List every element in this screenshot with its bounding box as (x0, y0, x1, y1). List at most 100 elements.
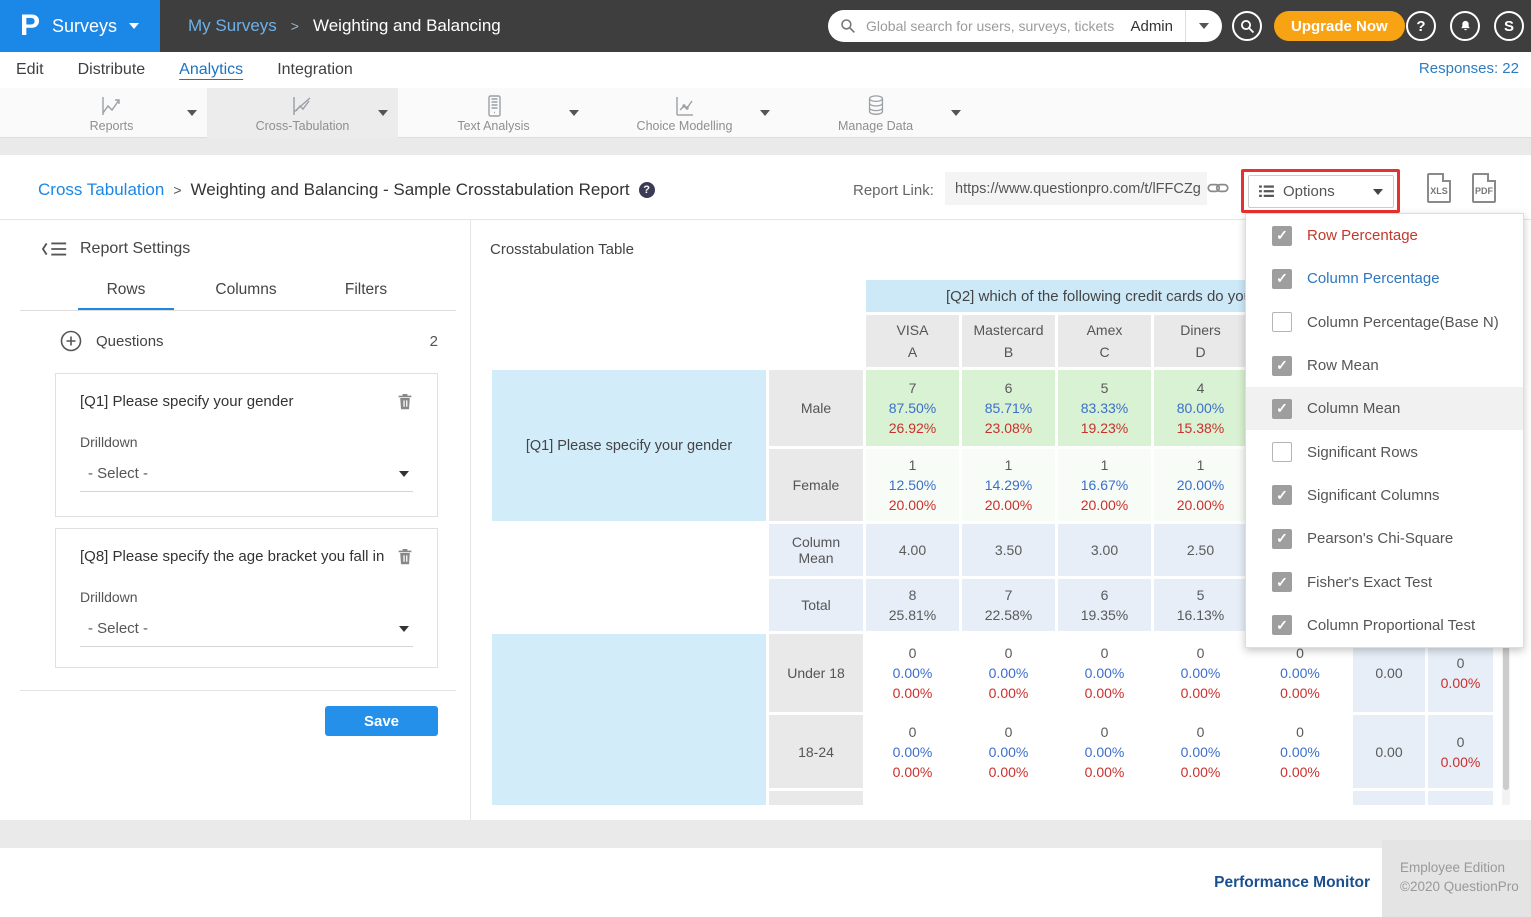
menu-edit[interactable]: Edit (16, 61, 44, 79)
cell-female-amex: 116.67%20.00% (1058, 449, 1151, 521)
tab-filters[interactable]: Filters (306, 281, 426, 311)
option-row-mean[interactable]: Row Mean (1246, 344, 1523, 387)
tab-rows[interactable]: Rows (66, 281, 186, 311)
save-button[interactable]: Save (325, 706, 438, 736)
cell-female-mastercard: 114.29%20.00% (962, 449, 1055, 521)
export-xls-button[interactable]: XLS (1427, 173, 1451, 203)
upgrade-now-button[interactable]: Upgrade Now (1274, 11, 1405, 41)
cell-under18-mastercard: 00.00%0.00% (962, 634, 1055, 712)
survey-menu: Edit Distribute Analytics Integration (0, 52, 1531, 88)
report-help-icon[interactable]: ? (639, 182, 655, 198)
search-scope-value[interactable]: Admin (1118, 18, 1185, 35)
row-label-male: Male (769, 370, 863, 446)
option-row-percentage[interactable]: Row Percentage (1246, 214, 1523, 257)
chevron-down-icon (399, 626, 409, 632)
chevron-down-icon[interactable] (569, 110, 579, 116)
search-submit-button[interactable] (1232, 11, 1262, 41)
analytics-toolbar: Reports Cross-Tabulation Text Analysis C… (0, 88, 1531, 138)
menu-integration[interactable]: Integration (277, 61, 353, 79)
delete-question-icon[interactable] (397, 393, 413, 411)
checkbox[interactable] (1272, 485, 1292, 505)
chevron-down-icon[interactable] (378, 110, 388, 116)
checkbox[interactable] (1272, 529, 1292, 549)
report-settings-header[interactable]: Report Settings (42, 240, 190, 258)
cell-male-amex: 583.33%19.23% (1058, 370, 1151, 446)
export-buttons: XLS PDF (1427, 173, 1496, 203)
bell-icon (1458, 19, 1473, 34)
tool-text-analysis[interactable]: Text Analysis (398, 88, 589, 138)
export-pdf-button[interactable]: PDF (1472, 173, 1496, 203)
checkbox[interactable] (1272, 399, 1292, 419)
options-dropdown-menu: Row Percentage Column Percentage Column … (1245, 213, 1524, 648)
breadcrumb-separator: > (291, 18, 299, 34)
tool-cross-tabulation[interactable]: Cross-Tabulation (207, 88, 398, 138)
crosstab-table-title: Crosstabulation Table (490, 241, 634, 258)
link-icon[interactable] (1207, 178, 1229, 198)
checkbox[interactable] (1272, 312, 1292, 332)
tool-reports[interactable]: Reports (16, 88, 207, 138)
option-significant-columns[interactable]: Significant Columns (1246, 474, 1523, 517)
drilldown-label: Drilldown (80, 589, 413, 605)
cross-tabulation-link[interactable]: Cross Tabulation (38, 180, 164, 200)
row-label-partial (769, 791, 863, 805)
global-search-input[interactable] (864, 17, 1118, 35)
chevron-down-icon[interactable] (951, 110, 961, 116)
divider (470, 220, 471, 820)
option-pearsons-chi-square[interactable]: Pearson's Chi-Square (1246, 517, 1523, 560)
option-column-percentage-base-n[interactable]: Column Percentage(Base N) (1246, 301, 1523, 344)
chevron-down-icon[interactable] (760, 110, 770, 116)
option-column-percentage[interactable]: Column Percentage (1246, 257, 1523, 300)
delete-question-icon[interactable] (397, 548, 413, 566)
divider (20, 690, 456, 691)
search-scope-dropdown[interactable] (1186, 10, 1222, 42)
checkbox[interactable] (1272, 226, 1292, 246)
help-button[interactable]: ? (1406, 11, 1436, 41)
user-avatar[interactable]: S (1494, 11, 1524, 41)
checkbox[interactable] (1272, 615, 1292, 635)
row-label-female: Female (769, 449, 863, 521)
breadcrumb-my-surveys[interactable]: My Surveys (188, 16, 277, 36)
edition-panel: Employee Edition ©2020 QuestionPro (1382, 840, 1531, 917)
table-scrollbar[interactable] (1502, 632, 1510, 805)
option-column-proportional-test[interactable]: Column Proportional Test (1246, 604, 1523, 647)
option-label: Column Mean (1307, 400, 1400, 417)
checkbox[interactable] (1272, 356, 1292, 376)
report-title: Weighting and Balancing - Sample Crossta… (191, 180, 630, 200)
drilldown-select[interactable]: - Select - (80, 465, 413, 492)
tool-choice-modelling[interactable]: Choice Modelling (589, 88, 780, 138)
cell-female-visa: 112.50%20.00% (866, 449, 959, 521)
option-column-mean[interactable]: Column Mean (1246, 387, 1523, 430)
cell-18-24-row-mean: 0.00 (1353, 715, 1425, 788)
tool-manage-data[interactable]: Manage Data (780, 88, 971, 138)
drilldown-select[interactable]: - Select - (80, 620, 413, 647)
scrollbar-thumb[interactable] (1503, 640, 1509, 790)
search-icon (840, 18, 856, 34)
report-link-label: Report Link: (853, 182, 934, 199)
tab-columns[interactable]: Columns (186, 281, 306, 311)
option-fishers-exact-test[interactable]: Fisher's Exact Test (1246, 560, 1523, 603)
database-icon (863, 94, 889, 118)
performance-monitor-link[interactable]: Performance Monitor (1214, 874, 1370, 892)
option-label: Significant Columns (1307, 487, 1440, 504)
add-question-icon[interactable] (60, 330, 82, 352)
report-link-url[interactable]: https://www.questionpro.com/t/lFFCZg (945, 172, 1207, 205)
checkbox[interactable] (1272, 269, 1292, 289)
questionpro-logo-icon: P (20, 11, 40, 41)
option-significant-rows[interactable]: Significant Rows (1246, 430, 1523, 473)
menu-distribute[interactable]: Distribute (78, 61, 146, 79)
cell-partial-row-mean (1353, 791, 1425, 805)
options-button[interactable]: Options (1248, 175, 1394, 208)
question-mark-icon: ? (1416, 18, 1425, 35)
global-search: Admin (828, 10, 1222, 42)
chevron-down-icon (1199, 23, 1209, 29)
select-value: - Select - (88, 465, 148, 482)
chevron-down-icon[interactable] (187, 110, 197, 116)
notifications-button[interactable] (1450, 11, 1480, 41)
product-switcher[interactable]: P Surveys (0, 0, 160, 52)
top-bar: P Surveys My Surveys > Weighting and Bal… (0, 0, 1531, 52)
options-label: Options (1283, 183, 1335, 200)
cell-total-mastercard: 722.58% (962, 579, 1055, 631)
checkbox[interactable] (1272, 572, 1292, 592)
checkbox[interactable] (1272, 442, 1292, 462)
menu-analytics[interactable]: Analytics (179, 61, 243, 79)
